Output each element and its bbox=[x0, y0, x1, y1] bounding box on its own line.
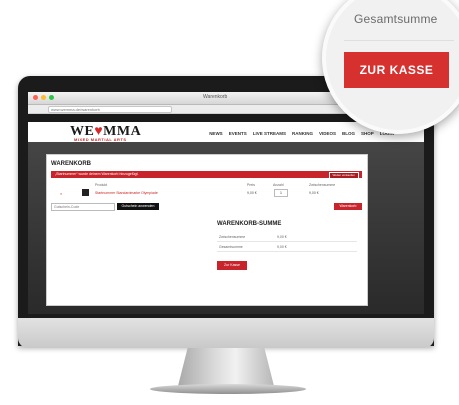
continue-shopping-button[interactable]: Weiter einkaufen bbox=[328, 172, 359, 179]
zoom-checkout-button[interactable]: ZUR KASSE bbox=[344, 52, 449, 88]
total-value: 9,00 € bbox=[277, 245, 287, 249]
nav-item-ranking[interactable]: RANKING bbox=[292, 131, 313, 136]
totals-row-total: Gesamtsumme 9,00 € bbox=[217, 243, 357, 252]
cart-totals: WARENKORB-SUMME Zwischensumme 9,00 € Ges… bbox=[217, 221, 361, 270]
product-name-link[interactable]: Startnummer Standardmarke Olympiade bbox=[95, 191, 158, 195]
imac-chin bbox=[18, 318, 434, 348]
nav-item-videos[interactable]: VIDEOS bbox=[319, 131, 336, 136]
maximize-window-button[interactable] bbox=[49, 95, 54, 100]
product-thumbnail[interactable] bbox=[82, 189, 89, 196]
subtotal-label: Zwischensumme bbox=[219, 235, 246, 239]
quantity-input[interactable]: 1 bbox=[274, 189, 288, 197]
total-label: Gesamtsumme bbox=[219, 245, 243, 249]
nav-item-live-streams[interactable]: LIVE STREAMS bbox=[253, 131, 286, 136]
column-header-product: Produkt bbox=[95, 183, 108, 187]
item-subtotal: 9,00 € bbox=[309, 191, 319, 195]
page-title: WARENKORB bbox=[51, 161, 91, 167]
imac-stand-base bbox=[150, 384, 306, 394]
checkout-button[interactable]: Zur Kasse bbox=[217, 261, 247, 270]
table-row: × Startnummer Standardmarke Olympiade 9,… bbox=[51, 189, 362, 197]
remove-item-icon[interactable]: × bbox=[60, 191, 62, 196]
notice-text: „Startnummer“ wurde deinem Warenkorb hin… bbox=[55, 172, 139, 176]
cart-totals-title: WARENKORB-SUMME bbox=[217, 221, 282, 227]
update-cart-button[interactable]: Warenkorb aktualisieren bbox=[334, 203, 362, 215]
totals-row-subtotal: Zwischensumme 9,00 € bbox=[217, 233, 357, 242]
main-nav: NEWS EVENTS LIVE STREAMS RANKING VIDEOS … bbox=[209, 131, 394, 136]
url-input[interactable]: www.wemma.de/warenkorb bbox=[48, 106, 172, 113]
close-window-button[interactable] bbox=[33, 95, 38, 100]
cart-panel: WARENKORB „Startnummer“ wurde deinem War… bbox=[46, 154, 368, 306]
nav-item-shop[interactable]: SHOP bbox=[361, 131, 374, 136]
nav-item-news[interactable]: NEWS bbox=[209, 131, 223, 136]
apply-coupon-button[interactable]: Gutschein anwenden bbox=[117, 203, 159, 210]
subtotal-value: 9,00 € bbox=[277, 235, 287, 239]
column-header-price: Preis bbox=[247, 183, 255, 187]
zoom-total-label: Gesamtsumme bbox=[354, 12, 438, 26]
cart-notice: „Startnummer“ wurde deinem Warenkorb hin… bbox=[51, 171, 362, 179]
nav-item-events[interactable]: EVENTS bbox=[229, 131, 247, 136]
nav-item-blog[interactable]: BLOG bbox=[342, 131, 355, 136]
browser-tab-title[interactable]: Warenkorb bbox=[203, 94, 227, 100]
imac-stand bbox=[178, 348, 274, 386]
column-header-quantity: Anzahl bbox=[273, 183, 284, 187]
coupon-code-input[interactable]: Gutschein-Code bbox=[51, 203, 115, 211]
zoom-divider bbox=[344, 40, 454, 41]
column-header-total: Zwischensumme bbox=[309, 183, 336, 187]
coupon-row: Gutschein-Code Gutschein anwenden Warenk… bbox=[51, 203, 362, 215]
minimize-window-button[interactable] bbox=[41, 95, 46, 100]
item-price: 9,00 € bbox=[247, 191, 257, 195]
